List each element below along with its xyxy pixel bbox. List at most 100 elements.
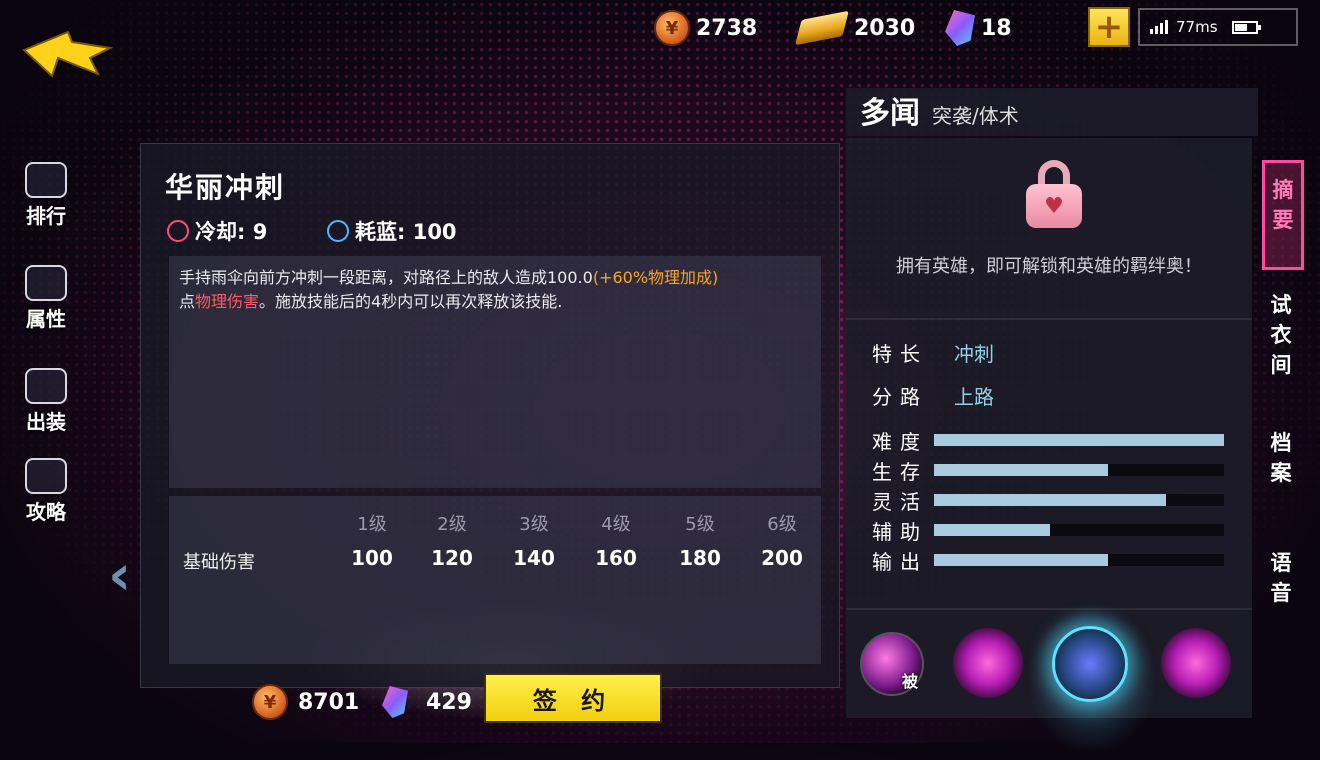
nav-ranking-label: 排行 [26, 204, 66, 228]
damage-value: 160 [595, 546, 637, 570]
stat-fill [934, 524, 1050, 536]
stat-bar-survival: 生存 [872, 458, 1232, 484]
tab-voice[interactable]: 语音 [1262, 548, 1300, 608]
skill-detail-panel: 华丽冲刺 冷却: 9 耗蓝: 100 手持雨伞向前方冲刺一段距离，对路径上的敌人… [140, 143, 840, 688]
bond-lock-icon [1026, 160, 1082, 230]
gem-icon [382, 686, 408, 718]
level-header: 2级 [437, 514, 467, 535]
level-header: 1级 [357, 514, 387, 535]
coin-amount: 2738 [696, 15, 758, 41]
bottom-gem-amount: 429 [426, 689, 472, 715]
skill-passive-button[interactable]: 被 [860, 632, 924, 696]
passive-badge: 被 [901, 672, 918, 691]
tab-archive[interactable]: 档案 [1262, 428, 1300, 488]
hero-header: 多闻 突袭/体术 [846, 88, 1258, 136]
stat-bar-agility: 灵活 [872, 488, 1232, 514]
stat-track [934, 434, 1224, 446]
tab-fitting-label: 试衣间 [1270, 293, 1292, 377]
damage-table: 基础伤害 1级 2级 3级 4级 5级 6级 100 120 140 160 1… [169, 496, 821, 664]
cooldown-value: 冷却: 9 [195, 220, 268, 244]
sign-contract-button[interactable]: 签 约 [484, 673, 662, 723]
mana-stat: 耗蓝: 100 [327, 216, 457, 246]
hero-role: 突袭/体术 [932, 104, 1019, 128]
tab-fitting-room[interactable]: 试衣间 [1262, 290, 1300, 380]
desc-text-3: 。施放技能后的4秒内可以再次释放该技能. [259, 292, 563, 311]
signal-icon [1150, 20, 1168, 34]
trait-key: 分路 [872, 385, 928, 409]
gem-amount: 18 [981, 15, 1012, 41]
skill-description: 手持雨伞向前方冲刺一段距离，对路径上的敌人造成100.0(+60%物理加成) 点物… [169, 256, 821, 488]
trait-specialty: 特长 冲刺 [872, 338, 994, 367]
tab-summary-label: 摘要 [1272, 178, 1294, 232]
stat-track [934, 494, 1224, 506]
equipment-icon [25, 368, 67, 404]
add-currency-button[interactable]: + [1088, 7, 1130, 47]
nav-equipment[interactable]: 出装 [18, 368, 74, 435]
skill-title: 华丽冲刺 [165, 171, 286, 204]
skill-1-button[interactable] [953, 628, 1023, 698]
gold-amount: 2030 [854, 15, 916, 41]
level-header: 5级 [685, 514, 715, 535]
back-arrow-icon[interactable] [20, 28, 115, 83]
mana-value: 耗蓝: 100 [355, 220, 457, 244]
tab-archive-label: 档案 [1270, 431, 1292, 485]
gem-icon [945, 10, 975, 46]
stat-label: 输出 [872, 549, 928, 574]
desc-text-2: 点 [179, 292, 196, 311]
attributes-icon [25, 265, 67, 301]
desc-bonus: (+60%物理加成) [592, 268, 719, 287]
trait-key: 特长 [872, 342, 928, 366]
level-header: 3级 [519, 514, 549, 535]
nav-attributes-label: 属性 [26, 307, 66, 331]
bottom-coin-counter: 8701 [252, 682, 359, 722]
level-header: 4级 [601, 514, 631, 535]
hero-name: 多闻 [860, 96, 920, 131]
tab-summary[interactable]: 摘要 [1262, 160, 1304, 270]
trait-lane: 分路 上路 [872, 381, 994, 410]
stat-track [934, 524, 1224, 536]
stat-fill [934, 434, 1224, 446]
damage-value: 200 [761, 546, 803, 570]
divider [846, 608, 1252, 610]
coin-icon [252, 684, 288, 720]
skill-2-button[interactable] [1052, 626, 1128, 702]
coin-icon [654, 10, 690, 46]
stat-label: 生存 [872, 459, 928, 484]
status-indicator: 77ms [1138, 8, 1298, 46]
stat-bar-damage: 输出 [872, 548, 1232, 574]
stat-fill [934, 554, 1108, 566]
stat-label: 难度 [872, 429, 928, 454]
damage-row-label: 基础伤害 [183, 552, 255, 573]
damage-value: 120 [431, 546, 473, 570]
stat-bar-support: 辅助 [872, 518, 1232, 544]
nav-equipment-label: 出装 [26, 410, 66, 434]
stat-track [934, 554, 1224, 566]
trait-value: 冲刺 [954, 342, 994, 366]
divider [846, 318, 1252, 320]
ping-value: 77ms [1176, 18, 1218, 36]
damage-value: 100 [351, 546, 393, 570]
damage-value: 180 [679, 546, 721, 570]
plus-icon: + [1094, 7, 1124, 47]
stat-label: 辅助 [872, 519, 928, 544]
cooldown-icon [167, 220, 189, 242]
level-header: 6级 [767, 514, 797, 535]
chevron-left-icon[interactable]: ‹ [108, 548, 136, 604]
stat-fill [934, 494, 1166, 506]
desc-text-1: 手持雨伞向前方冲刺一段距离，对路径上的敌人造成100.0 [179, 268, 593, 287]
bottom-gem-counter: 429 [382, 682, 472, 722]
damage-value: 140 [513, 546, 555, 570]
bottom-coin-amount: 8701 [298, 689, 360, 715]
nav-guide[interactable]: 攻略 [18, 458, 74, 525]
mana-icon [327, 220, 349, 242]
nav-ranking[interactable]: 排行 [18, 162, 74, 229]
cooldown-stat: 冷却: 9 [167, 216, 267, 246]
bond-unlock-text: 拥有英雄，即可解锁和英雄的羁绊奥！ [896, 256, 1202, 277]
skill-3-button[interactable] [1161, 628, 1231, 698]
gold-counter: 2030 [795, 10, 916, 46]
stat-bar-difficulty: 难度 [872, 428, 1232, 454]
desc-damage-type: 物理伤害 [195, 292, 260, 311]
nav-attributes[interactable]: 属性 [18, 265, 74, 332]
trait-value: 上路 [954, 385, 994, 409]
gold-bar-icon [795, 10, 849, 46]
